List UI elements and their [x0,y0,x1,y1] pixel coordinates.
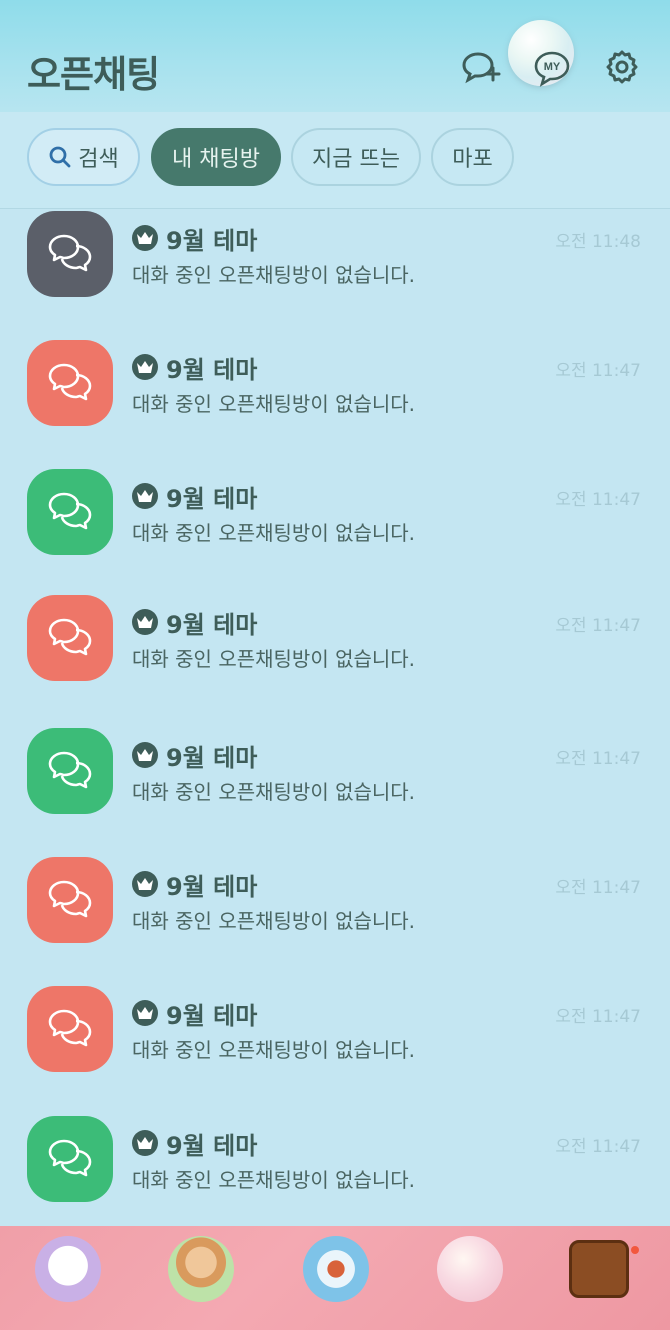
room-avatar [27,986,113,1072]
chats-tab-icon[interactable] [168,1236,234,1302]
room-timestamp: 오전 11:47 [555,361,641,381]
room-name: 9월 테마 [166,1132,258,1160]
room-name: 9월 테마 [166,356,258,384]
crown-icon [132,609,158,635]
room-name: 9월 테마 [166,611,258,639]
room-last-message: 대화 중인 오픈채팅방이 없습니다. [132,780,416,804]
crown-icon [132,225,158,251]
room-last-message: 대화 중인 오픈채팅방이 없습니다. [132,647,416,671]
bottom-nav [0,1226,670,1330]
search-chip[interactable]: 검색 [27,128,140,186]
search-chip-label: 검색 [78,147,119,172]
room-name: 9월 테마 [166,485,258,513]
chat-room-row[interactable]: 9월 테마대화 중인 오픈채팅방이 없습니다. 오전 11:47 [0,340,670,450]
room-last-message: 대화 중인 오픈채팅방이 없습니다. [132,909,416,933]
chat-bubbles-icon [48,363,92,401]
my-label: MY [544,61,561,73]
mapo-chip-label: 마포 [452,147,493,172]
trending-chip[interactable]: 지금 뜨는 [291,128,421,186]
room-avatar [27,211,113,297]
crown-icon [132,483,158,509]
mapo-chip[interactable]: 마포 [431,128,514,186]
room-avatar [27,728,113,814]
notification-dot [631,1246,639,1254]
room-timestamp: 오전 11:47 [555,1007,641,1027]
room-name: 9월 테마 [166,873,258,901]
room-last-message: 대화 중인 오픈채팅방이 없습니다. [132,392,416,416]
settings-gear-icon[interactable] [601,46,643,88]
room-avatar [27,857,113,943]
filter-bar: 검색 내 채팅방 지금 뜨는 마포 [0,112,670,209]
room-avatar [27,1116,113,1202]
chat-room-row[interactable]: 9월 테마대화 중인 오픈채팅방이 없습니다. 오전 11:47 [0,986,670,1096]
crown-icon [132,1130,158,1156]
chat-bubbles-icon [48,492,92,530]
search-icon [49,146,71,168]
view-tab-icon[interactable] [303,1236,369,1302]
room-last-message: 대화 중인 오픈채팅방이 없습니다. [132,1038,416,1062]
chat-bubbles-icon [48,618,92,656]
room-name: 9월 테마 [166,744,258,772]
chat-room-row[interactable]: 9월 테마대화 중인 오픈채팅방이 없습니다. 오전 11:47 [0,1116,670,1226]
room-timestamp: 오전 11:47 [555,490,641,510]
new-chat-icon[interactable] [460,46,502,88]
openchat-tab-icon[interactable] [437,1236,503,1302]
crown-icon [132,742,158,768]
chat-room-row[interactable]: 9월 테마대화 중인 오픈채팅방이 없습니다. 오전 11:47 [0,728,670,838]
chat-bubbles-icon [48,751,92,789]
room-timestamp: 오전 11:47 [555,878,641,898]
room-avatar [27,469,113,555]
page-title: 오픈채팅 [27,53,160,96]
room-name: 9월 테마 [166,1002,258,1030]
my-rooms-chip[interactable]: 내 채팅방 [151,128,281,186]
crown-icon [132,871,158,897]
trending-chip-label: 지금 뜨는 [312,147,400,172]
room-timestamp: 오전 11:47 [555,616,641,636]
chat-bubbles-icon [48,1139,92,1177]
header: 오픈채팅 MY [0,0,670,112]
my-rooms-chip-label: 내 채팅방 [172,147,260,172]
friends-tab-icon[interactable] [35,1236,101,1302]
room-timestamp: 오전 11:48 [555,232,641,252]
my-chat-icon[interactable]: MY [532,48,572,88]
more-tab-icon[interactable] [569,1240,629,1298]
crown-icon [132,1000,158,1026]
room-avatar [27,340,113,426]
chat-room-row[interactable]: 9월 테마대화 중인 오픈채팅방이 없습니다. 오전 11:47 [0,857,670,967]
chat-bubbles-icon [48,880,92,918]
room-name: 9월 테마 [166,227,258,255]
room-last-message: 대화 중인 오픈채팅방이 없습니다. [132,1168,416,1192]
room-timestamp: 오전 11:47 [555,1137,641,1157]
room-timestamp: 오전 11:47 [555,749,641,769]
chat-room-row[interactable]: 9월 테마대화 중인 오픈채팅방이 없습니다. 오전 11:47 [0,595,670,705]
room-last-message: 대화 중인 오픈채팅방이 없습니다. [132,263,416,287]
chat-room-row[interactable]: 9월 테마대화 중인 오픈채팅방이 없습니다. 오전 11:47 [0,469,670,579]
crown-icon [132,354,158,380]
room-last-message: 대화 중인 오픈채팅방이 없습니다. [132,521,416,545]
room-avatar [27,595,113,681]
chat-room-row[interactable]: 9월 테마대화 중인 오픈채팅방이 없습니다. 오전 11:48 [0,211,670,321]
chat-bubbles-icon [48,1009,92,1047]
chat-bubbles-icon [48,234,92,272]
